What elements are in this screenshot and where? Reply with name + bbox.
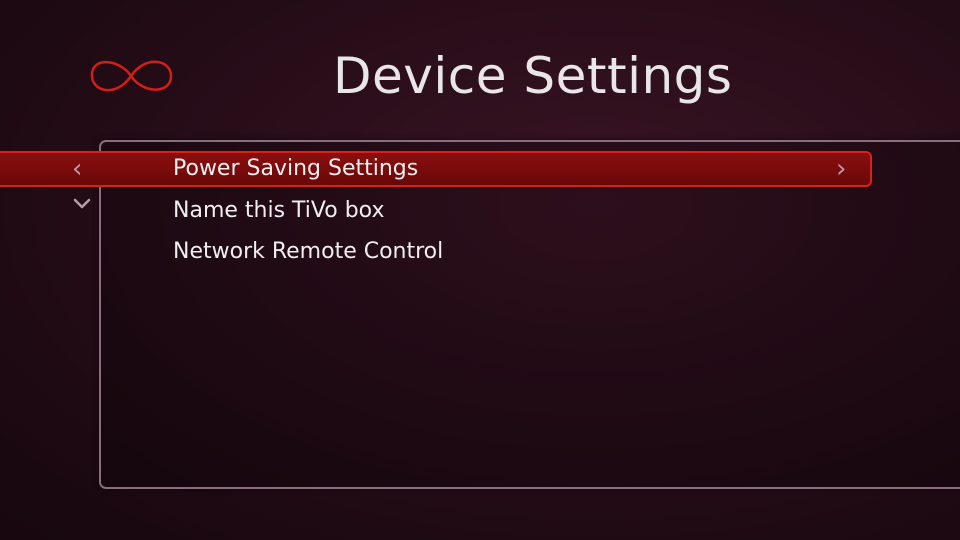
- menu-item-name-this-tivo-box[interactable]: Name this TiVo box: [173, 196, 384, 226]
- settings-panel: [99, 140, 960, 489]
- right-arrow-icon[interactable]: ›: [836, 156, 846, 182]
- chevron-down-icon[interactable]: [73, 198, 91, 210]
- menu-item-power-saving-settings[interactable]: Power Saving Settings: [173, 154, 418, 184]
- page-title: Device Settings: [333, 47, 733, 105]
- menu-selection-highlight[interactable]: [0, 151, 872, 187]
- menu-item-network-remote-control[interactable]: Network Remote Control: [173, 237, 443, 267]
- infinity-logo-icon: [90, 60, 173, 92]
- left-arrow-icon[interactable]: ‹: [72, 156, 82, 182]
